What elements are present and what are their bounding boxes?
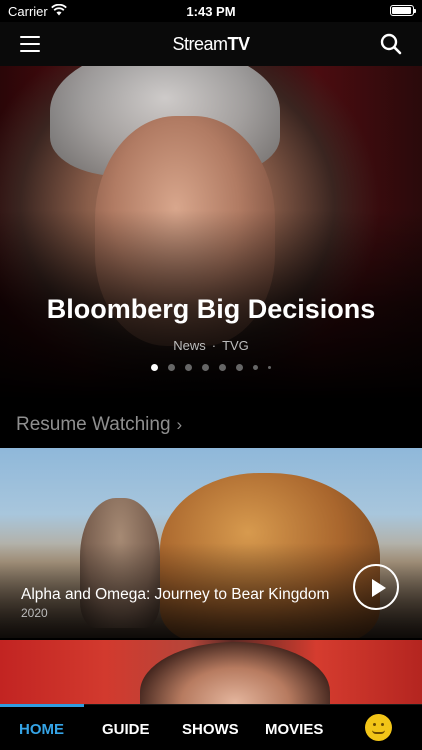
featured-hero-banner[interactable]: Bloomberg Big Decisions News · TVG [0,66,422,400]
play-button[interactable] [353,564,399,610]
pager-dot-3[interactable] [185,364,192,371]
avatar-eye-left [373,723,376,726]
status-bar: Carrier 1:43 PM [0,0,422,22]
resume-item-card[interactable]: Alpha and Omega: Journey to Bear Kingdom… [0,448,422,638]
brand-name-part: Stream [172,34,228,54]
pager-dot-4[interactable] [202,364,209,371]
chevron-right-icon: › [176,415,183,434]
hero-genre: News [173,338,206,353]
brand-logo: StreamTV [0,34,422,55]
tab-home[interactable]: HOME [19,721,64,738]
card-image-thumbnail [140,642,330,704]
status-time: 1:43 PM [186,4,236,19]
bottom-tab-bar: HOME GUIDE SHOWS MOVIES [0,704,422,750]
hero-title: Bloomberg Big Decisions [46,294,376,324]
battery-icon [390,5,416,16]
card-year: 2020 [21,606,48,620]
carousel-pager [0,364,422,371]
top-navigation-bar: StreamTV [0,22,422,66]
card-title: Alpha and Omega: Journey to Bear Kingdom [21,586,330,603]
resume-item-card[interactable] [0,640,422,704]
pager-dot-1[interactable] [151,364,158,371]
play-icon [372,579,386,597]
pager-dot-6[interactable] [236,364,243,371]
brand-name-accent: TV [227,34,251,54]
avatar-mouth [372,730,385,734]
active-tab-indicator [0,704,84,707]
tab-movies[interactable]: MOVIES [265,721,323,738]
search-icon[interactable] [380,33,402,55]
section-title: Resume Watching [16,414,171,435]
pager-dot-8[interactable] [268,366,271,369]
pager-dot-7[interactable] [253,365,258,370]
profile-avatar[interactable] [365,714,392,741]
hero-meta: News · TVG [0,338,422,353]
resume-watching-header[interactable]: Resume Watching › [16,414,182,436]
pager-dot-2[interactable] [168,364,175,371]
tab-shows[interactable]: SHOWS [182,721,239,738]
avatar-eye-right [381,723,384,726]
hero-network: TVG [222,338,249,353]
pager-dot-5[interactable] [219,364,226,371]
hero-meta-separator: · [211,338,217,353]
tab-guide[interactable]: GUIDE [102,721,150,738]
